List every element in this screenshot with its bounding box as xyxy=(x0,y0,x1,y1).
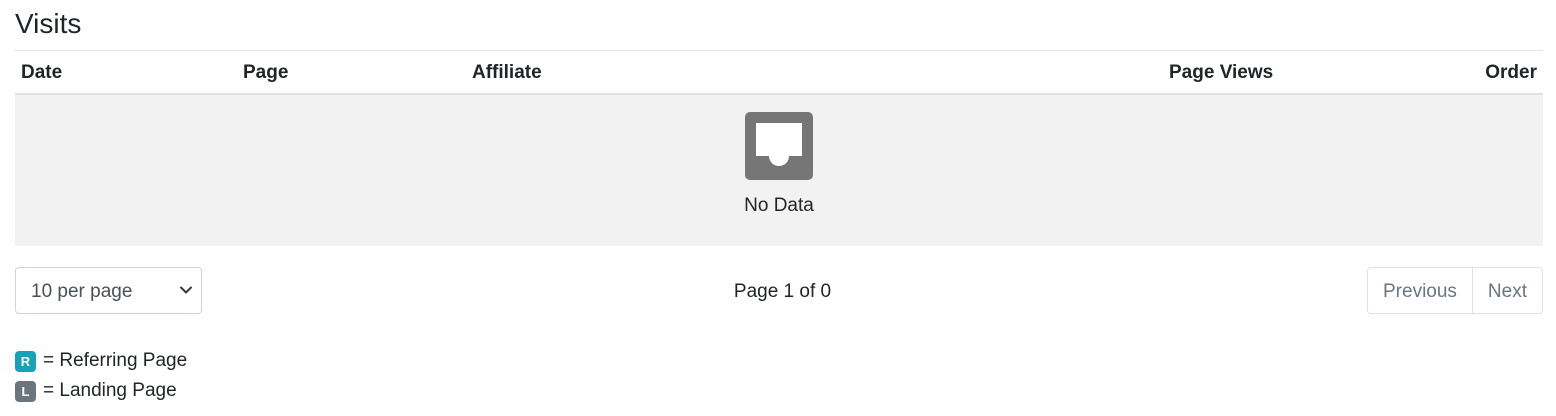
previous-button[interactable]: Previous xyxy=(1368,268,1472,313)
next-button[interactable]: Next xyxy=(1471,268,1542,313)
legend-referring-text: = Referring Page xyxy=(43,350,188,371)
per-page-select[interactable]: 10 per page xyxy=(15,267,202,314)
landing-badge: L xyxy=(15,380,36,402)
column-header-page[interactable]: Page xyxy=(243,51,288,93)
pagination-controls: Previous Next xyxy=(1367,267,1543,314)
page-info: Page 1 of 0 xyxy=(733,281,832,302)
column-header-page-views[interactable]: Page Views xyxy=(1169,51,1273,93)
per-page-value: 10 per page xyxy=(31,281,133,302)
chevron-down-icon xyxy=(180,286,192,294)
section-title: Visits xyxy=(15,8,82,39)
legend-landing: L = Landing Page xyxy=(15,378,177,404)
column-header-date[interactable]: Date xyxy=(21,51,62,93)
column-header-affiliate[interactable]: Affiliate xyxy=(472,51,542,93)
empty-state: No Data xyxy=(15,95,1543,246)
table-header: Date Page Affiliate Page Views Order xyxy=(15,51,1543,95)
legend-landing-text: = Landing Page xyxy=(43,380,177,401)
column-header-order[interactable]: Order xyxy=(1485,51,1537,93)
legend-referring: R = Referring Page xyxy=(15,348,187,374)
empty-state-text: No Data xyxy=(744,195,814,216)
referring-badge: R xyxy=(15,350,36,372)
inbox-icon xyxy=(745,112,813,180)
